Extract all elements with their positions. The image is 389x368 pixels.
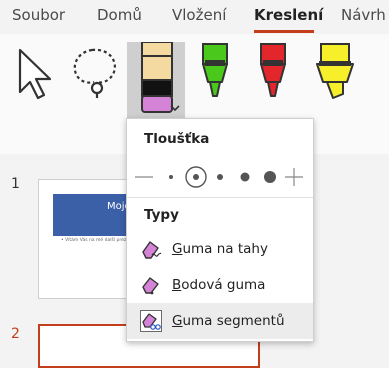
slide-number: 2 xyxy=(11,326,20,342)
tab-domu[interactable]: Domů xyxy=(97,6,142,24)
tab-vlozeni[interactable]: Vložení xyxy=(172,6,226,24)
segment-eraser-icon xyxy=(140,310,162,332)
eraser-dropdown-menu: Tloušťka Typy Guma na tahy Bodová guma G… xyxy=(126,118,314,342)
point-eraser-label: Bodová guma xyxy=(172,277,266,293)
tab-kresleni[interactable]: Kreslení xyxy=(254,6,323,24)
menu-separator xyxy=(127,197,313,198)
thickness-heading: Tloušťka xyxy=(144,131,210,147)
thickness-selector[interactable] xyxy=(133,163,309,191)
segment-eraser-label: Guma segmentů xyxy=(172,313,285,329)
green-pen-icon[interactable] xyxy=(200,42,230,102)
tab-soubor[interactable]: Soubor xyxy=(12,6,65,24)
eraser-icon[interactable] xyxy=(134,42,182,122)
lasso-select-icon[interactable] xyxy=(70,44,122,102)
red-pen-icon[interactable] xyxy=(258,42,288,102)
thickness-option xyxy=(169,175,173,179)
select-arrow-icon[interactable] xyxy=(14,46,54,102)
yellow-highlighter-icon[interactable] xyxy=(313,42,357,102)
stroke-eraser-item[interactable]: Guma na tahy xyxy=(127,231,313,267)
stroke-eraser-icon xyxy=(142,241,162,259)
slide-number: 1 xyxy=(11,176,20,192)
types-heading: Typy xyxy=(144,207,179,223)
point-eraser-item[interactable]: Bodová guma xyxy=(127,267,313,303)
tab-navrh[interactable]: Návrh xyxy=(341,6,386,24)
ribbon-tabs: Soubor Domů Vložení Kreslení Návrh xyxy=(0,0,389,34)
active-tab-indicator xyxy=(254,30,314,33)
stroke-eraser-label: Guma na tahy xyxy=(172,241,268,257)
point-eraser-icon xyxy=(142,277,159,295)
segment-eraser-item[interactable]: Guma segmentů xyxy=(127,303,313,339)
